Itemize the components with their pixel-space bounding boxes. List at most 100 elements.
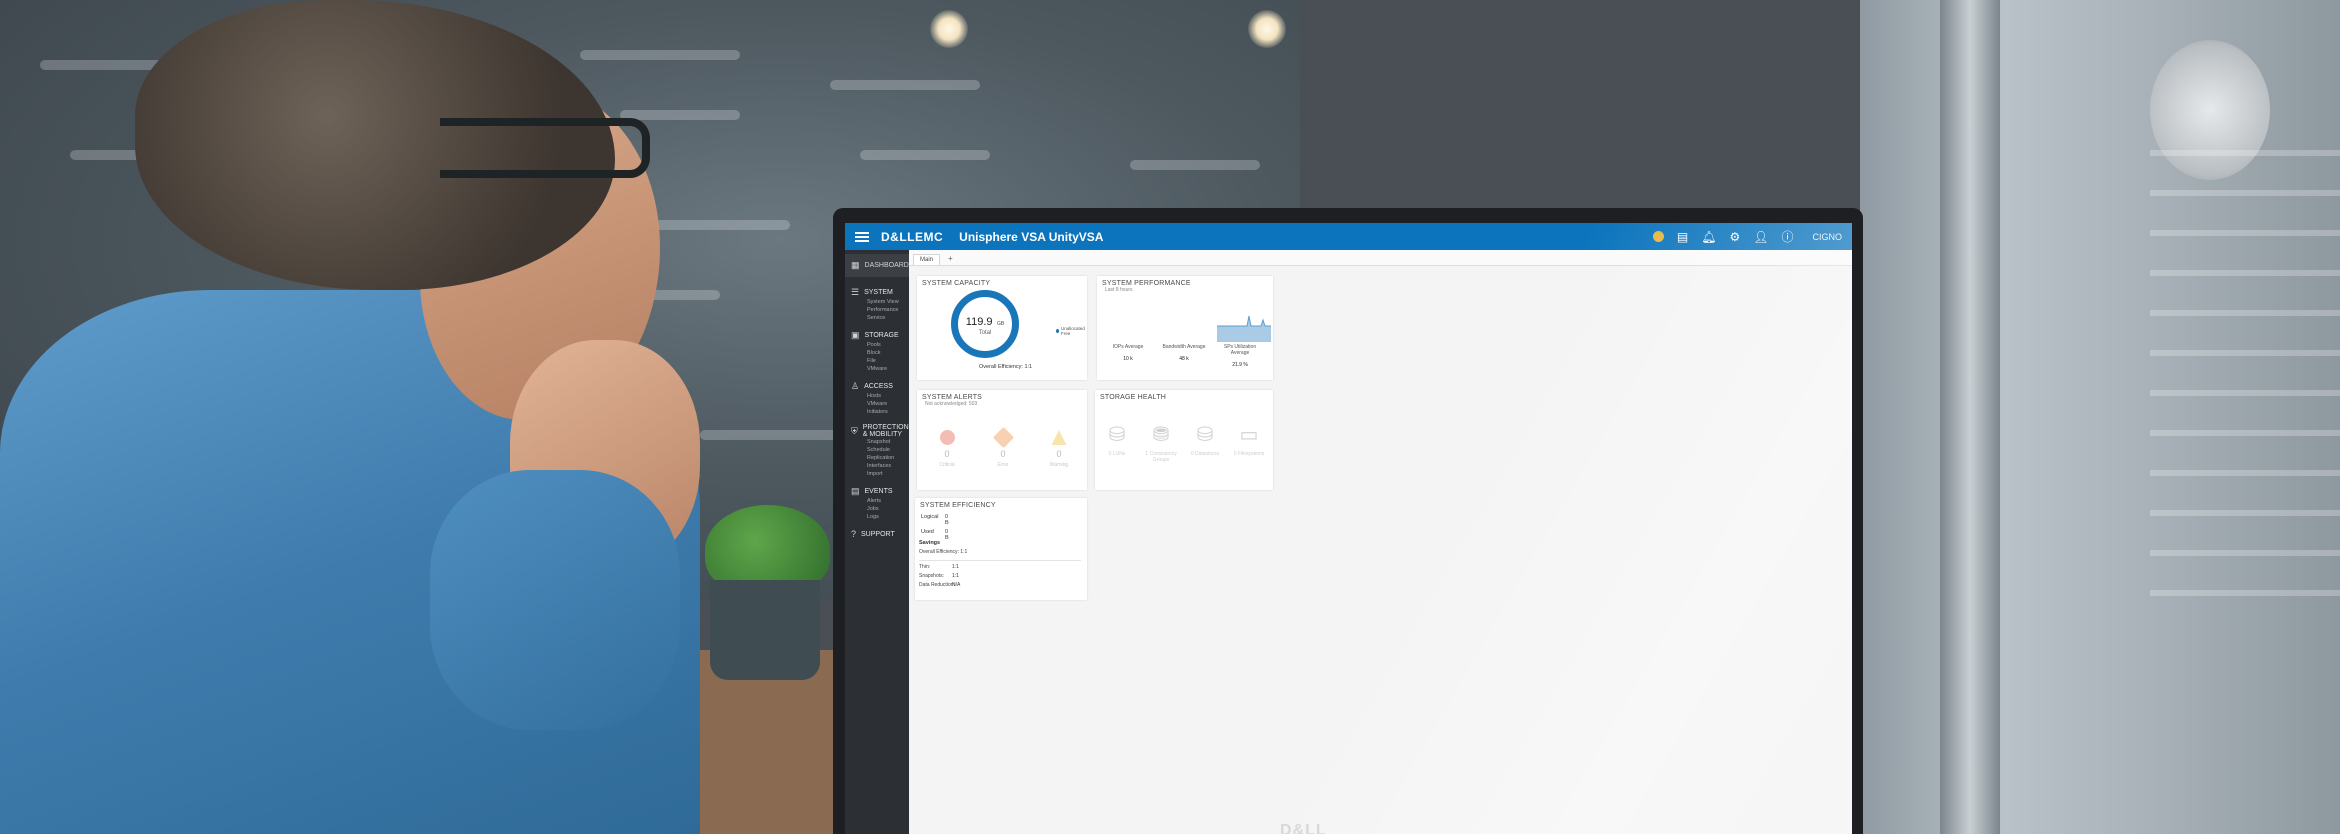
- savings-value: N/A: [952, 582, 961, 588]
- divider: [919, 560, 1081, 561]
- app-title: Unisphere VSA UnityVSA: [959, 229, 1104, 244]
- dashboard-icon: ▦: [851, 260, 860, 270]
- savings-snapshots: Snapshots: 1:1: [919, 573, 959, 579]
- capacity-legend: Unallocated Free: [1056, 326, 1087, 336]
- access-icon: ♙: [851, 381, 860, 391]
- help-icon[interactable]: ⓘ: [1781, 228, 1793, 245]
- alert-label: Critical: [939, 462, 955, 468]
- card-title: SYSTEM ALERTS: [922, 394, 983, 401]
- wall-clock: [2150, 40, 2270, 180]
- sidebar-group-support[interactable]: ? SUPPORT: [845, 525, 909, 543]
- sidebar-link[interactable]: VMware: [851, 365, 903, 373]
- sidebar-link[interactable]: Service: [851, 314, 903, 322]
- health-label: 0 LUNs: [1108, 451, 1126, 457]
- sidebar-link[interactable]: Snapshot Schedule: [851, 438, 903, 454]
- sidebar-link[interactable]: Logs: [851, 513, 903, 521]
- savings-label: Thin:: [919, 564, 931, 570]
- metric-label: IOPs Average: [1112, 344, 1144, 350]
- plant-pot: [710, 580, 820, 680]
- capacity-label: Total: [978, 330, 992, 336]
- card-title: SYSTEM PERFORMANCE: [1102, 280, 1191, 287]
- sidebar-item-label: ACCESS: [864, 383, 893, 390]
- dashboard-content: Main + SYSTEM CAPACITY 119.9 GB Total Un…: [909, 250, 1852, 834]
- sidebar-link[interactable]: Hosts: [851, 392, 903, 400]
- sidebar-item-label: SUPPORT: [861, 530, 895, 538]
- sidebar-group-system[interactable]: ☰ SYSTEM System View Performance Service: [845, 283, 909, 326]
- sidebar-item-dashboard[interactable]: ▦ DASHBOARD: [845, 254, 909, 277]
- card-title: SYSTEM EFFICIENCY: [920, 502, 996, 509]
- sidebar-link[interactable]: Block: [851, 349, 903, 357]
- sidebar-link[interactable]: Import: [851, 470, 903, 478]
- sidebar-link[interactable]: Alerts: [851, 497, 903, 505]
- events-icon: ▤: [851, 486, 860, 496]
- sidebar-group-events[interactable]: ▤ EVENTS Alerts Jobs Logs: [845, 482, 909, 525]
- savings-data-reduction: Data Reduction: N/A: [919, 582, 960, 588]
- metric-value: 48 k: [1179, 356, 1189, 362]
- sidebar-item-label: DASHBOARD: [864, 262, 909, 269]
- card-subtitle: Last 8 hours: [1105, 287, 1133, 293]
- sidebar-link[interactable]: Initiators: [851, 408, 903, 416]
- sidebar: ▦ DASHBOARD ☰ SYSTEM System View Performa…: [845, 250, 909, 834]
- sidebar-item-label: EVENTS: [864, 488, 893, 495]
- health-consistency-groups[interactable]: ⛃ 1 Consistency Groups: [1141, 422, 1181, 463]
- alert-label: Error: [997, 462, 1009, 468]
- jobs-icon[interactable]: ▤: [1677, 230, 1688, 244]
- sidebar-group-storage[interactable]: ▣ STORAGE Pools Block File VMware: [845, 326, 909, 377]
- add-tab-button[interactable]: +: [940, 254, 953, 265]
- glasses: [440, 118, 650, 178]
- alerts-card[interactable]: SYSTEM ALERTS Not acknowledged: 503 0 Cr…: [917, 390, 1087, 490]
- user-icon[interactable]: 👤︎: [1753, 230, 1768, 244]
- sidebar-group-protection[interactable]: ⛨ PROTECTION & MOBILITY Snapshot Schedule…: [845, 420, 909, 482]
- alert-error[interactable]: 0 Error: [983, 426, 1023, 468]
- savings-label: Data Reduction:: [919, 582, 955, 588]
- efficiency-overall: Overall Efficiency: 1:1: [919, 549, 968, 555]
- user-name[interactable]: CIGNO: [1812, 232, 1842, 242]
- sidebar-group-access[interactable]: ♙ ACCESS Hosts VMware Initiators: [845, 377, 909, 420]
- alert-critical[interactable]: 0 Critical: [927, 430, 967, 468]
- hamburger-menu-icon[interactable]: [855, 231, 869, 242]
- sidebar-link[interactable]: Replication: [851, 454, 903, 462]
- sidebar-link[interactable]: Performance: [851, 306, 903, 314]
- capacity-card[interactable]: SYSTEM CAPACITY 119.9 GB Total Unallocat…: [917, 276, 1087, 380]
- folder-icon: ▭: [1239, 424, 1259, 446]
- capacity-donut: 119.9 GB Total: [951, 290, 1019, 358]
- system-status-icon[interactable]: [1652, 231, 1664, 242]
- metric-bandwidth: Bandwidth Average 48 k: [1159, 344, 1209, 362]
- alert-count: 0: [1056, 449, 1062, 459]
- efficiency-card[interactable]: SYSTEM EFFICIENCY Logical 0 B Used 0 B Sav…: [915, 498, 1087, 600]
- health-filesystems[interactable]: ▭ 0 Filesystems: [1229, 422, 1269, 457]
- health-datastores[interactable]: ⛁ 0 Datastores: [1185, 422, 1225, 457]
- sidebar-link[interactable]: Pools: [851, 341, 903, 349]
- monitor-brand-logo: D&LL: [1280, 822, 1327, 834]
- warning-icon: [1051, 430, 1067, 445]
- tab-main[interactable]: Main: [913, 254, 941, 265]
- capacity-value: 119.9: [965, 316, 993, 328]
- savings-value: 1:1: [952, 573, 959, 579]
- card-title: STORAGE HEALTH: [1100, 394, 1166, 401]
- sidebar-item-label: STORAGE: [864, 332, 899, 339]
- efficiency-value: 0 B: [945, 529, 949, 541]
- sidebar-link[interactable]: Interfaces: [851, 462, 903, 470]
- sidebar-link[interactable]: VMware: [851, 400, 903, 408]
- storage-health-card[interactable]: STORAGE HEALTH ⛁ 0 LUNs ⛃ 1 Consistency …: [1095, 390, 1273, 490]
- gear-icon[interactable]: ⚙: [1729, 230, 1740, 244]
- top-icons: ▤ 🔔︎ ⚙ 👤︎ ⓘ CIGNO: [1652, 228, 1842, 245]
- critical-icon: [939, 430, 955, 445]
- alert-warning[interactable]: 0 Warning: [1039, 430, 1079, 468]
- sidebar-link[interactable]: Jobs: [851, 505, 903, 513]
- error-icon: [992, 426, 1014, 449]
- health-label: 1 Consistency Groups: [1145, 451, 1177, 463]
- metric-label: SPs Utilization Average: [1223, 344, 1257, 356]
- performance-card[interactable]: SYSTEM PERFORMANCE Last 8 hours IOPs Ave…: [1097, 276, 1273, 380]
- card-title: SYSTEM CAPACITY: [922, 280, 991, 287]
- health-luns[interactable]: ⛁ 0 LUNs: [1097, 422, 1137, 457]
- system-icon: ☰: [851, 287, 860, 297]
- window-frame: [1940, 0, 2000, 834]
- alert-count: 0: [1000, 449, 1006, 459]
- storage-icon: ▣: [851, 330, 860, 340]
- metric-label: Bandwidth Average: [1162, 344, 1206, 350]
- sidebar-link[interactable]: File: [851, 357, 903, 365]
- sidebar-link[interactable]: System View: [851, 298, 903, 306]
- bell-icon[interactable]: 🔔︎: [1701, 230, 1716, 244]
- health-label: 0 Filesystems: [1233, 451, 1265, 457]
